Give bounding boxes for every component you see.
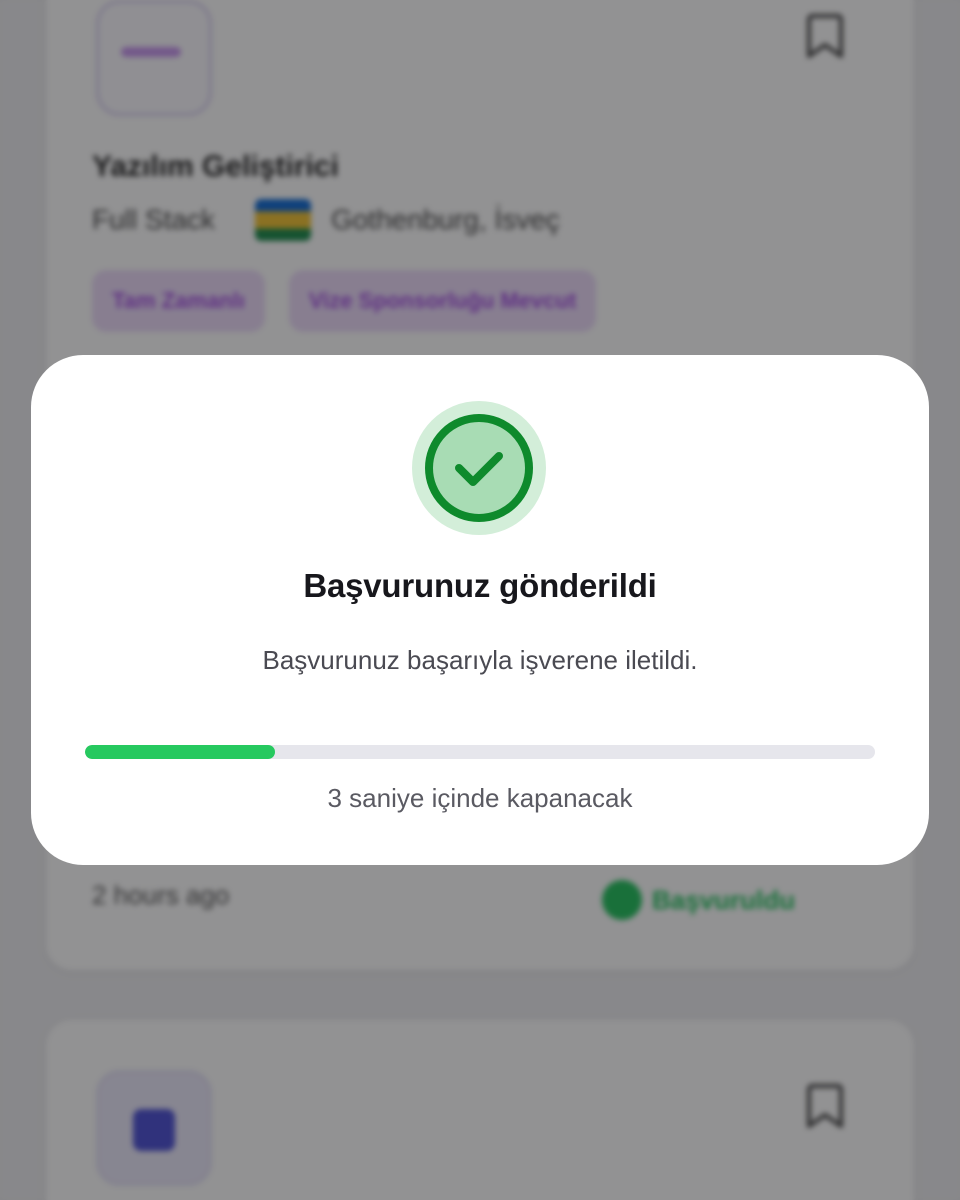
auto-close-progress-bar xyxy=(85,745,875,759)
countdown-text: 3 saniye içinde kapanacak xyxy=(327,783,633,813)
dialog-title: Başvurunuz gönderildi xyxy=(303,567,657,604)
progress-fill xyxy=(85,745,275,759)
check-circle-icon xyxy=(412,401,546,535)
dialog-message: Başvurunuz başarıyla işverene iletildi. xyxy=(262,645,698,675)
success-dialog: Başvurunuz gönderildi Başvurunuz başarıy… xyxy=(31,355,929,865)
